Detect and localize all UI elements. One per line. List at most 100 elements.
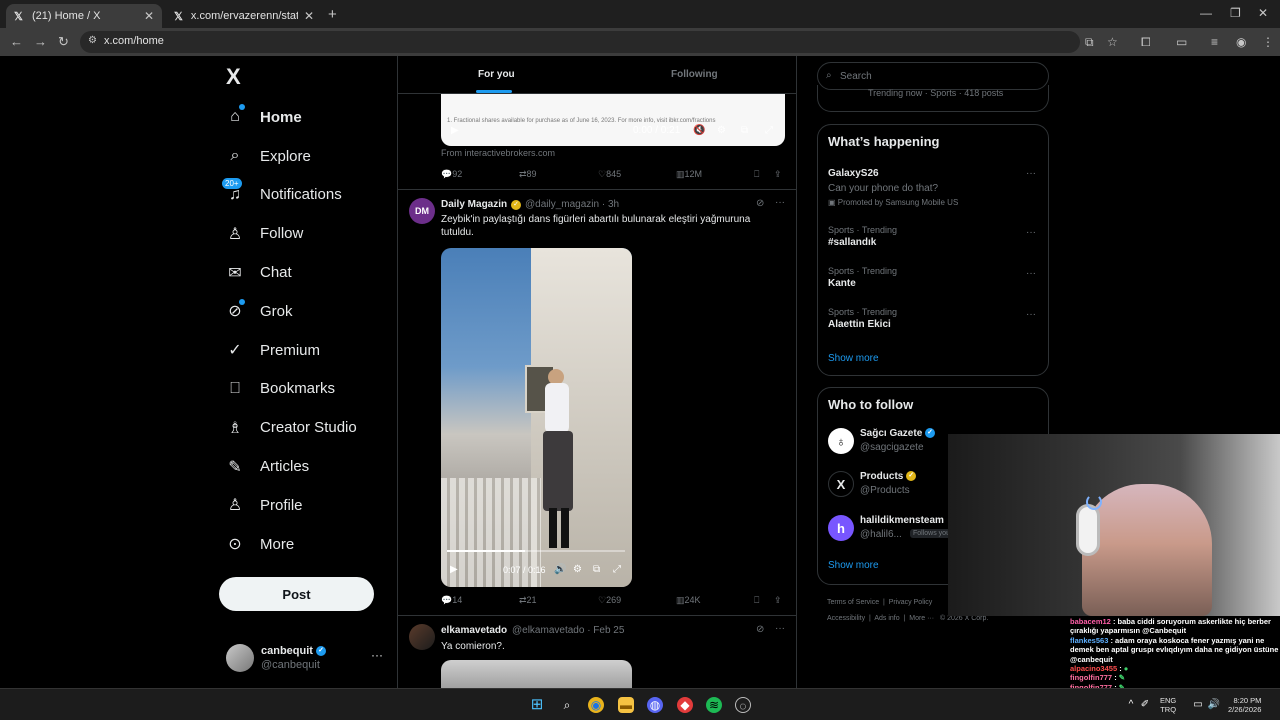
- bookmark-icon[interactable]: ⎕: [754, 595, 759, 606]
- site-info-icon[interactable]: ⚙: [88, 35, 97, 46]
- menu-icon[interactable]: ⋮: [1262, 35, 1274, 49]
- language-indicator[interactable]: ENG TRQ: [1160, 696, 1176, 714]
- sidebar-item-profile[interactable]: ♙ Profile: [218, 486, 388, 525]
- install-app-icon[interactable]: ⧉: [1085, 35, 1094, 50]
- sidebar-item-creator-studio[interactable]: ♗ Creator Studio: [218, 408, 388, 447]
- like-button[interactable]: ♡ 269: [598, 595, 621, 606]
- back-icon[interactable]: ←: [10, 34, 23, 49]
- more-dots-icon[interactable]: ···: [371, 648, 383, 662]
- close-tab-icon[interactable]: ✕: [304, 9, 314, 23]
- tab-following[interactable]: Following: [671, 69, 718, 80]
- sidebar-item-chat[interactable]: ✉ Chat: [218, 253, 388, 292]
- settings-icon[interactable]: ⚙: [717, 125, 726, 136]
- trend-strip[interactable]: Trending now · Sports · 418 posts: [817, 85, 1049, 112]
- fullscreen-icon[interactable]: ⤢: [613, 564, 621, 575]
- footer-link[interactable]: Ads info: [874, 615, 899, 622]
- views-button[interactable]: ▥ 12M: [676, 169, 702, 180]
- sidebar-item-articles[interactable]: ✎ Articles: [218, 447, 388, 486]
- network-icon[interactable]: ▭: [1190, 697, 1206, 713]
- footer-link[interactable]: Terms of Service: [827, 599, 879, 606]
- volume-icon[interactable]: 🔊: [554, 564, 566, 575]
- restore-icon[interactable]: ❐: [1230, 6, 1241, 20]
- file-explorer-icon[interactable]: ▬: [618, 697, 634, 713]
- card-source[interactable]: From interactivebrokers.com: [441, 148, 555, 158]
- sidebar-item-explore[interactable]: ⌕ Explore: [218, 137, 388, 176]
- views-button[interactable]: ▥ 24K: [676, 595, 701, 606]
- clock[interactable]: 8:20 PM 2/26/2026: [1228, 696, 1261, 714]
- reply-button[interactable]: 💬 14: [441, 595, 462, 606]
- sidebar-icon[interactable]: ▭: [1176, 35, 1187, 49]
- new-tab-icon[interactable]: +: [328, 6, 337, 23]
- avatar[interactable]: DM: [409, 198, 435, 224]
- reload-icon[interactable]: ↻: [58, 34, 69, 50]
- discord-icon[interactable]: ◍: [647, 697, 663, 713]
- sidebar-item-home[interactable]: ⌂ Home: [218, 98, 388, 137]
- video-player[interactable]: 1. Fractional shares available for purch…: [441, 94, 785, 146]
- pip-icon[interactable]: ⧉: [593, 564, 600, 575]
- grok-icon[interactable]: ⊘: [756, 624, 764, 635]
- sidebar-item-premium[interactable]: ✓ Premium: [218, 331, 388, 370]
- sidebar-item-bookmarks[interactable]: ⎕ Bookmarks: [218, 370, 388, 409]
- extensions-icon[interactable]: ⧠: [1141, 35, 1151, 50]
- more-dots-icon[interactable]: ···: [1026, 309, 1036, 320]
- post-button[interactable]: Post: [219, 577, 374, 611]
- mute-icon[interactable]: 🔇: [693, 125, 705, 136]
- browser-tab[interactable]: 𝕏 x.com/ervazerenn/status/2027... ✕: [166, 4, 322, 28]
- chrome-icon[interactable]: ◉: [588, 697, 604, 713]
- trend-item[interactable]: Sports · Trending Alaettin Ekici ···: [828, 307, 1040, 330]
- more-dots-icon[interactable]: ···: [775, 623, 785, 634]
- x-logo-icon[interactable]: X: [226, 64, 241, 90]
- bookmark-icon[interactable]: ⎕: [754, 169, 759, 180]
- footer-link[interactable]: Privacy Policy: [889, 599, 933, 606]
- search-icon[interactable]: ⌕: [559, 697, 575, 713]
- sidebar-item-follow[interactable]: ♙ Follow: [218, 214, 388, 253]
- tweet-media[interactable]: [441, 660, 632, 688]
- close-tab-icon[interactable]: ✕: [144, 9, 154, 23]
- tweet-author-handle[interactable]: @elkamavetado · Feb 25: [512, 625, 624, 636]
- tweet-author-name[interactable]: elkamavetado: [441, 625, 507, 636]
- trend-item[interactable]: Sports · Trending Kante ···: [828, 266, 1040, 289]
- video-player[interactable]: [441, 248, 632, 587]
- sidebar-item-notifications[interactable]: ♫ 20+ Notifications: [218, 176, 388, 215]
- spotify-icon[interactable]: ≋: [706, 697, 722, 713]
- play-icon[interactable]: ▶: [451, 125, 459, 136]
- windows-start-icon[interactable]: ⊞: [529, 697, 545, 713]
- media-icon[interactable]: ≡: [1211, 35, 1218, 49]
- trend-item[interactable]: Sports · Trending #sallandık ···: [828, 225, 1040, 248]
- show-more-link[interactable]: Show more: [828, 353, 879, 364]
- bookmark-star-icon[interactable]: ☆: [1107, 35, 1118, 49]
- tweet-author-name[interactable]: Daily Magazin: [441, 199, 507, 210]
- profile-avatar-icon[interactable]: ◉: [1236, 35, 1246, 49]
- forward-icon[interactable]: →: [34, 34, 47, 49]
- address-bar[interactable]: ⚙ x.com/home: [80, 31, 1080, 53]
- show-more-link[interactable]: Show more: [828, 560, 879, 571]
- app-icon[interactable]: ◆: [677, 697, 693, 713]
- footer-link[interactable]: Accessibility: [827, 615, 865, 622]
- window-close-icon[interactable]: ✕: [1258, 6, 1268, 20]
- browser-tab-active[interactable]: 𝕏 (21) Home / X ✕: [6, 4, 162, 28]
- more-dots-icon[interactable]: ···: [1026, 168, 1036, 179]
- play-icon[interactable]: ▶: [450, 564, 458, 575]
- footer-link[interactable]: More ···: [909, 615, 934, 622]
- video-progress-bar[interactable]: [447, 550, 625, 552]
- tweet-author-handle[interactable]: @daily_magazin · 3h: [525, 199, 619, 210]
- tray-app-icon[interactable]: ✐: [1137, 697, 1153, 713]
- avatar[interactable]: [409, 624, 435, 650]
- more-dots-icon[interactable]: ···: [775, 197, 785, 208]
- minimize-icon[interactable]: —: [1200, 6, 1212, 20]
- sidebar-item-grok[interactable]: ⊘ Grok: [218, 292, 388, 331]
- reply-button[interactable]: 💬 92: [441, 169, 462, 180]
- settings-icon[interactable]: ⚙: [573, 564, 582, 575]
- share-icon[interactable]: ⇪: [774, 169, 782, 180]
- more-dots-icon[interactable]: ···: [1026, 268, 1036, 279]
- account-switcher[interactable]: canbequit ✓ @canbequit ···: [226, 644, 386, 674]
- repost-button[interactable]: ⇄ 21: [519, 595, 537, 606]
- grok-icon[interactable]: ⊘: [756, 198, 764, 209]
- volume-icon[interactable]: 🔊: [1206, 697, 1222, 713]
- more-dots-icon[interactable]: ···: [1026, 227, 1036, 238]
- pip-icon[interactable]: ⧉: [741, 125, 748, 136]
- repost-button[interactable]: ⇄ 89: [519, 169, 537, 180]
- share-icon[interactable]: ⇪: [774, 595, 782, 606]
- tab-for-you[interactable]: For you: [478, 69, 515, 80]
- fullscreen-icon[interactable]: ⤢: [765, 125, 773, 136]
